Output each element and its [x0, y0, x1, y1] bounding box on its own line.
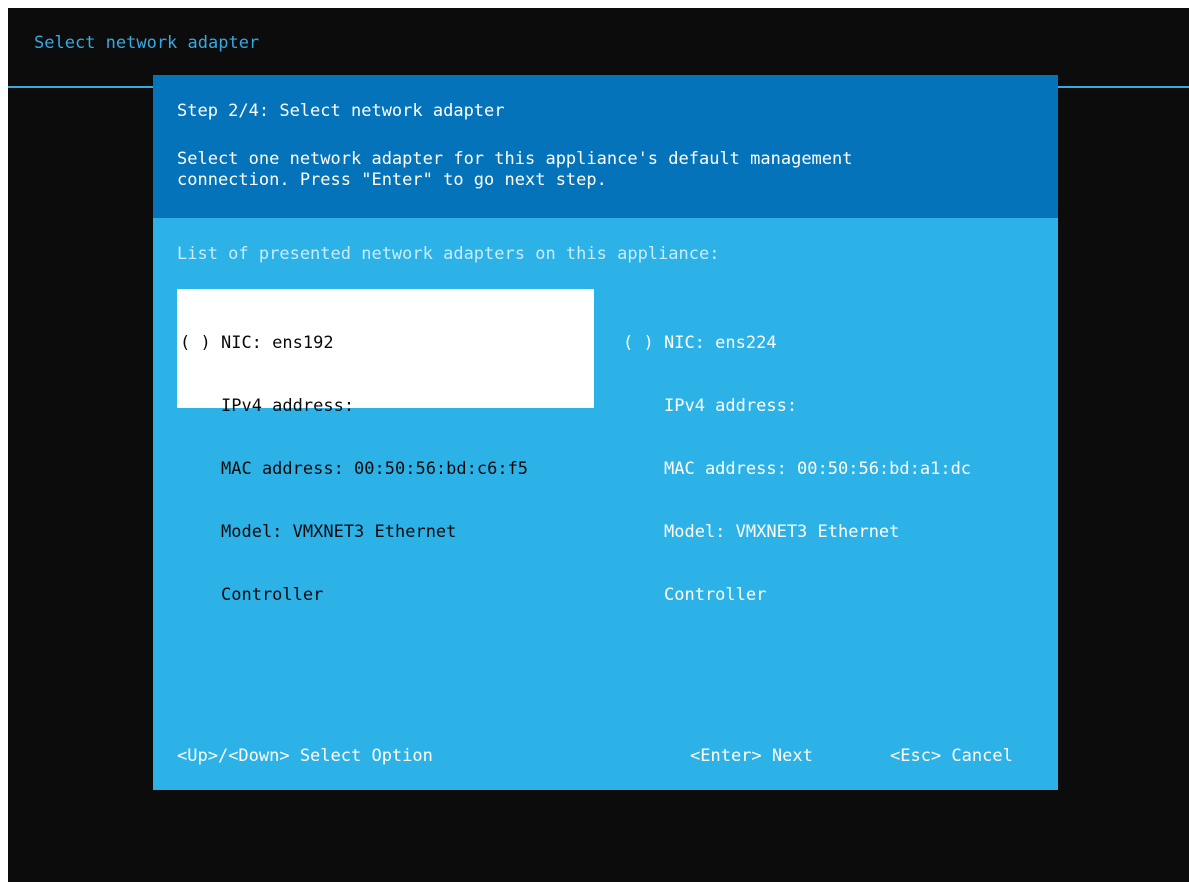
wizard-dialog: Step 2/4: Select network adapter Select … [153, 75, 1058, 790]
console-screen: Select network adapter Step 2/4: Select … [8, 8, 1189, 882]
step-description-line-2: connection. Press "Enter" to go next ste… [177, 170, 607, 190]
step-description-line-1: Select one network adapter for this appl… [177, 149, 853, 169]
next-button[interactable]: <Enter> Next [690, 746, 813, 767]
cancel-button[interactable]: <Esc> Cancel [890, 746, 1013, 767]
adapter-option-ens192[interactable]: ( ) NIC: ens192 IPv4 address: MAC addres… [177, 289, 594, 605]
adapter-ipv4: IPv4 address: [664, 396, 798, 416]
adapter-mac: MAC address: 00:50:56:bd:a1:dc [664, 459, 972, 479]
adapter-nic-name: NIC: ens192 [220, 333, 334, 353]
step-description: Select one network adapter for this appl… [177, 149, 853, 191]
adapter-list-heading: List of presented network adapters on th… [177, 244, 720, 264]
adapter-ipv4: IPv4 address: [221, 396, 355, 416]
radio-button[interactable]: ( ) [623, 333, 654, 353]
select-option-hint: <Up>/<Down> Select Option [177, 746, 433, 766]
radio-button[interactable]: ( ) [180, 333, 211, 353]
adapter-model-continued: Controller [664, 585, 767, 605]
adapter-mac: MAC address: 00:50:56:bd:c6:f5 [221, 459, 529, 479]
adapter-model-continued: Controller [221, 585, 324, 605]
adapter-model: Model: VMXNET3 Ethernet [221, 522, 457, 542]
adapter-row-nic: ( ) NIC: ens192 [180, 333, 594, 354]
screen-title: Select network adapter [34, 33, 260, 53]
adapter-row-nic: ( ) NIC: ens224 [623, 333, 1045, 354]
step-title: Step 2/4: Select network adapter [177, 101, 505, 121]
adapter-nic-name: NIC: ens224 [663, 333, 777, 353]
adapter-option-ens224[interactable]: ( ) NIC: ens224 IPv4 address: MAC addres… [620, 289, 1045, 605]
dialog-header: Step 2/4: Select network adapter Select … [153, 75, 1058, 218]
adapter-model: Model: VMXNET3 Ethernet [664, 522, 900, 542]
